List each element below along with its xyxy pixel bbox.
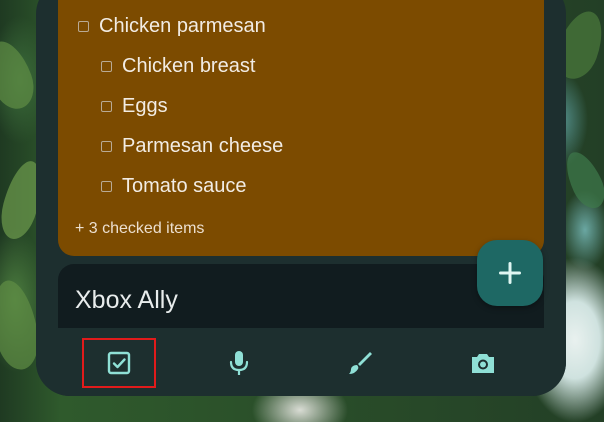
checklist-item-label: Parmesan cheese [122, 135, 284, 157]
checkbox-icon[interactable] [101, 60, 112, 72]
checklist-item[interactable]: Tomato sauce [101, 174, 247, 198]
checklist-parent-item[interactable]: Chicken parmesan [78, 14, 266, 38]
checklist-item[interactable]: Chicken breast [101, 54, 255, 78]
new-list-button[interactable] [82, 338, 156, 388]
camera-icon [472, 354, 494, 373]
new-note-button[interactable] [477, 240, 543, 306]
note-title: Xbox Ally [75, 286, 178, 314]
checklist-item[interactable]: Parmesan cheese [101, 134, 283, 158]
checkbox-icon[interactable] [101, 180, 112, 192]
microphone-icon [229, 351, 249, 375]
checklist-item-label: Tomato sauce [122, 175, 247, 197]
brush-icon [349, 352, 372, 374]
bottom-toolbar [36, 328, 566, 396]
new-audio-note-button[interactable] [202, 338, 276, 388]
checked-items-summary[interactable]: + 3 checked items [75, 220, 204, 238]
note-card-chicken-parmesan[interactable] [58, 0, 544, 256]
checkbox-icon[interactable] [78, 20, 89, 32]
checklist-item-label: Eggs [122, 95, 168, 117]
checkbox-icon [107, 351, 131, 375]
checklist-item-label: Chicken breast [122, 55, 256, 77]
new-image-note-button[interactable] [446, 338, 520, 388]
checklist-item[interactable]: Eggs [101, 94, 168, 118]
new-drawing-button[interactable] [323, 338, 397, 388]
checkbox-icon[interactable] [101, 140, 112, 152]
checkbox-icon[interactable] [101, 100, 112, 112]
plus-icon [499, 262, 521, 284]
checklist-parent-label: Chicken parmesan [99, 15, 266, 37]
